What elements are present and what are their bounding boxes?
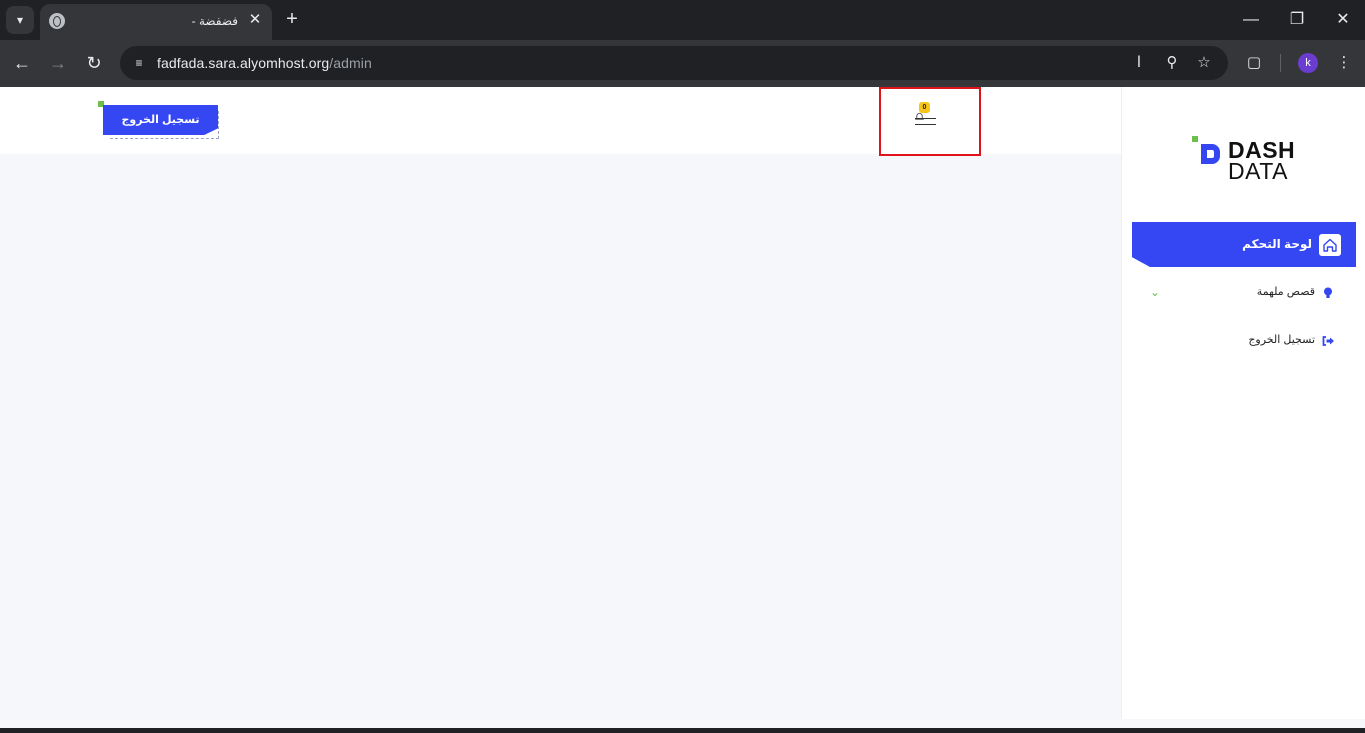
logo-mark-icon — [1201, 144, 1220, 164]
tab-close-icon[interactable]: ✕ — [246, 11, 264, 29]
address-bar[interactable]: ≡ fadfada.sara.alyomhost.org/admin ا ⚲ ☆ — [120, 46, 1228, 80]
site-info-tune-icon[interactable]: ≡ — [128, 52, 150, 74]
taskbar-edge — [0, 728, 1365, 733]
page-viewport: تسجيل الخروج 0 DASH DATA لوحة التحكم قصص… — [0, 87, 1365, 728]
translate-icon[interactable]: ا — [1129, 53, 1149, 73]
forward-arrow-right-icon[interactable]: → — [46, 51, 70, 75]
sidebar-item-label: لوحة التحكم — [1242, 237, 1312, 251]
header-logout-button[interactable]: تسجيل الخروج — [103, 105, 218, 135]
sidebar-item-dashboard[interactable]: لوحة التحكم — [1132, 222, 1356, 267]
toolbar-divider — [1280, 54, 1281, 72]
lightbulb-icon — [1324, 287, 1332, 298]
minimize-icon[interactable]: — — [1236, 6, 1266, 34]
sidebar-item-label: قصص ملهمة — [1256, 286, 1315, 298]
reload-icon[interactable]: ↻ — [82, 51, 106, 75]
url-text[interactable]: fadfada.sara.alyomhost.org/admin — [157, 55, 372, 71]
extensions-puzzle-icon[interactable]: ▢ — [1243, 52, 1265, 74]
browser-toolbar: ← → ↻ ≡ fadfada.sara.alyomhost.org/admin… — [0, 40, 1365, 87]
chevron-down-icon[interactable]: ⌄ — [1150, 285, 1160, 299]
browser-tabstrip: ▾ فضفضة - ✕ + — ❐ ✕ — [0, 0, 1365, 40]
browser-tab[interactable]: فضفضة - ✕ — [40, 4, 272, 40]
logo-text-line2: DATA — [1228, 158, 1288, 184]
annotation-highlight-box — [879, 87, 981, 156]
tab-title: فضفضة - — [191, 14, 238, 28]
restore-icon[interactable]: ❐ — [1282, 6, 1312, 34]
sidebar: DASH DATA لوحة التحكم قصص ملهمة ⌄ تسجيل … — [1121, 87, 1365, 719]
back-arrow-left-icon[interactable]: ← — [10, 51, 34, 75]
sidebar-item-label: تسجيل الخروج — [1248, 334, 1315, 346]
close-window-icon[interactable]: ✕ — [1328, 6, 1358, 34]
browser-menu-kebab-icon[interactable]: ⋮ — [1333, 52, 1355, 74]
profile-avatar[interactable]: k — [1298, 53, 1318, 73]
sidebar-item-inspiring-stories[interactable]: قصص ملهمة ⌄ — [1132, 278, 1356, 308]
globe-icon — [49, 13, 65, 29]
home-icon — [1319, 234, 1341, 256]
bookmark-star-icon[interactable]: ☆ — [1194, 53, 1214, 73]
sidebar-item-logout[interactable]: تسجيل الخروج — [1132, 326, 1356, 356]
zoom-icon[interactable]: ⚲ — [1162, 53, 1182, 73]
logout-icon — [1322, 336, 1334, 346]
tab-search-chevron-down-icon[interactable]: ▾ — [6, 6, 34, 34]
new-tab-plus-icon[interactable]: + — [281, 8, 303, 30]
dash-data-logo[interactable]: DASH DATA — [1192, 134, 1312, 184]
